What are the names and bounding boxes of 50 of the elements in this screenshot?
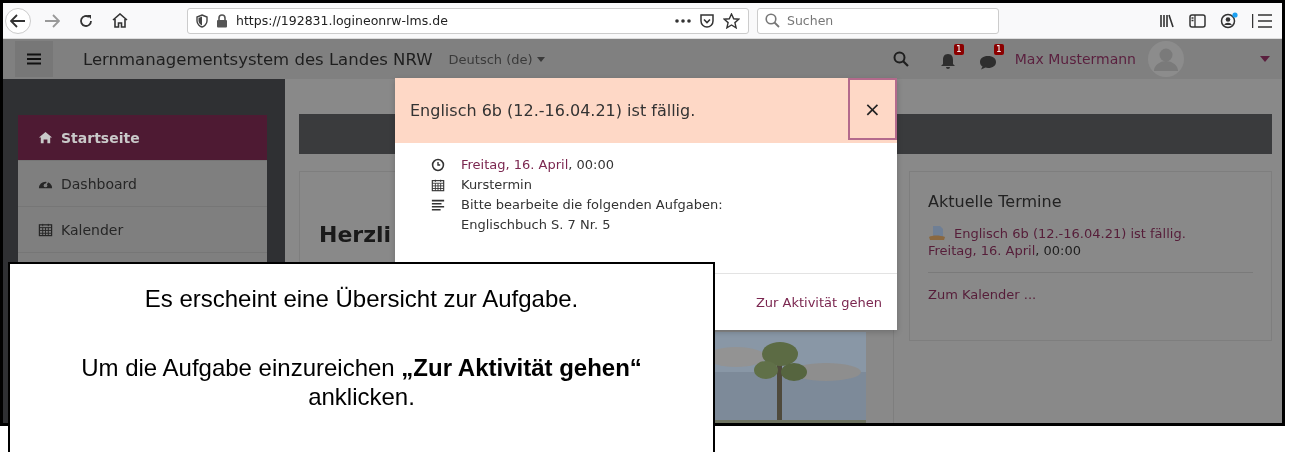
address-bar[interactable]: https://192831.logineonrw-lms.de <box>187 7 749 34</box>
event-date: Freitag, 16. April, 00:00 <box>928 243 1083 258</box>
calendar-link[interactable]: Zum Kalender ... <box>928 287 1037 302</box>
lock-icon <box>216 13 228 28</box>
calendar-icon <box>431 178 445 192</box>
menu-icon <box>27 53 41 65</box>
clock-icon <box>431 158 445 172</box>
star-icon[interactable] <box>723 12 740 29</box>
date-link[interactable]: Freitag, 16. April <box>461 157 569 172</box>
library-icon[interactable] <box>1159 13 1175 28</box>
notification-badge: 1 <box>954 44 964 55</box>
menu-button[interactable] <box>15 41 53 77</box>
caret-icon[interactable] <box>1260 56 1270 62</box>
search-icon[interactable] <box>892 51 909 67</box>
account-icon[interactable] <box>1220 12 1238 29</box>
close-button[interactable]: × <box>848 78 897 140</box>
event-type: Kurstermin <box>461 176 532 194</box>
due-date: Freitag, 16. April, 00:00 <box>461 156 615 174</box>
activity-link[interactable]: Zur Aktivität gehen <box>755 294 882 310</box>
forward-arrow-icon <box>44 13 60 28</box>
page-heading: Herzli <box>319 222 392 247</box>
event-description: Bitte bearbeite die folgenden Aufgaben: Englischbuch S. 7 Nr. 5 <box>461 196 723 234</box>
menu-icon[interactable] <box>1252 13 1274 28</box>
callout-text: Um die Aufgabe einzureichen „Zur Aktivität gehen“ anklicken. <box>80 353 643 411</box>
pocket-icon[interactable] <box>699 12 715 29</box>
sidebar-icon[interactable] <box>1189 13 1206 28</box>
block-title: Aktuelle Termine <box>928 192 1063 211</box>
url-text: https://192831.logineonrw-lms.de <box>236 13 448 28</box>
more-icon[interactable] <box>675 18 691 23</box>
event-link[interactable]: Englisch 6b (12.-16.04.21) ist fällig. <box>954 225 1186 241</box>
user-name[interactable]: Max Mustermann <box>1014 51 1136 67</box>
search-field[interactable]: Suchen <box>757 7 999 34</box>
home-icon <box>112 13 128 28</box>
text-lines-icon <box>431 198 445 212</box>
back-arrow-icon <box>10 13 26 28</box>
back-button[interactable] <box>5 7 31 34</box>
site-title[interactable]: Lernmanagementsystem des Landes NRW <box>83 49 433 69</box>
reload-icon <box>79 13 93 28</box>
caret-icon <box>536 56 545 62</box>
chat-bubble-icon[interactable] <box>978 54 997 70</box>
calendar-icon <box>38 222 53 237</box>
callout-text: Es erscheint eine Übersicht zur Aufgabe. <box>144 284 579 313</box>
shield-icon[interactable] <box>196 13 208 28</box>
modal-title: Englisch 6b (12.-16.04.21) ist fällig. <box>409 100 697 122</box>
sidebar-item[interactable]: Startseite <box>18 115 267 161</box>
message-badge: 1 <box>994 44 1004 55</box>
language-menu[interactable]: Deutsch (de) <box>448 51 545 67</box>
date-link[interactable]: Freitag, 16. April <box>928 243 1036 258</box>
home-icon <box>38 130 53 145</box>
document-icon <box>928 225 946 241</box>
